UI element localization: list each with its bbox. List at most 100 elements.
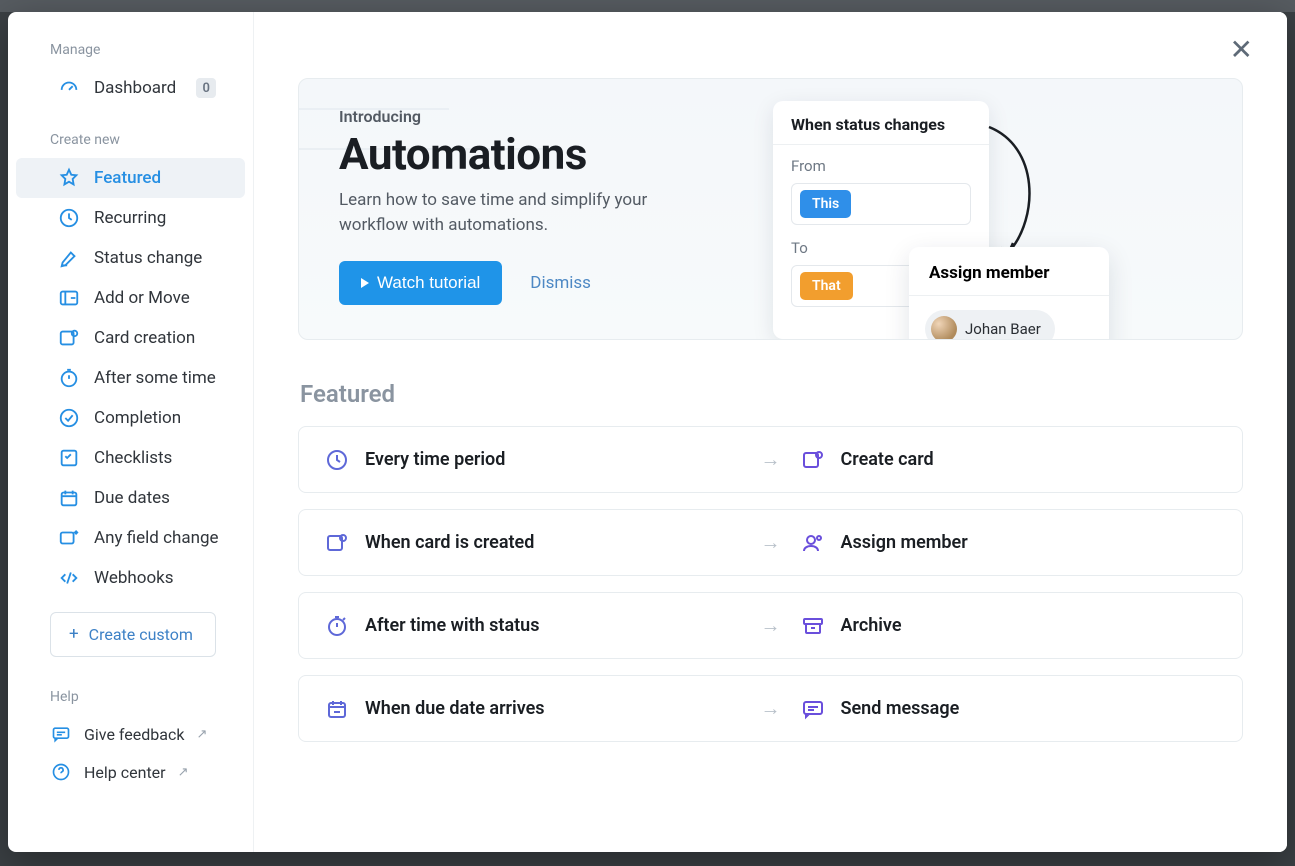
sidebar-item-featured[interactable]: Featured xyxy=(16,158,245,198)
watch-tutorial-label: Watch tutorial xyxy=(377,273,480,293)
intro-illustration: When status changes From This To That As… xyxy=(709,107,1202,305)
member-name: Johan Baer xyxy=(965,320,1041,338)
give-feedback-link[interactable]: Give feedback ↗ xyxy=(8,715,253,753)
action-label: Assign member xyxy=(841,532,968,553)
message-icon xyxy=(801,697,825,721)
arrow-right-icon: → xyxy=(751,530,791,555)
dashboard-label: Dashboard xyxy=(94,78,176,98)
close-icon[interactable]: ✕ xyxy=(1230,36,1253,64)
intro-kicker: Introducing xyxy=(339,107,709,126)
user-check-icon xyxy=(58,407,80,429)
card-plus-icon xyxy=(58,327,80,349)
illus-assign-title: Assign member xyxy=(909,247,1109,296)
calendar-icon xyxy=(58,487,80,509)
illus-when-title: When status changes xyxy=(773,101,989,145)
sidebar-item-label: Status change xyxy=(94,248,202,268)
sidebar-item-label: Recurring xyxy=(94,208,166,228)
sidebar-item-label: After some time xyxy=(94,368,216,388)
archive-icon xyxy=(801,614,825,638)
main-content: Introducing Automations Learn how to sav… xyxy=(254,12,1287,852)
sidebar-item-label: Webhooks xyxy=(94,568,174,588)
assign-member-icon xyxy=(801,531,825,555)
action-label: Create card xyxy=(841,449,934,470)
sidebar-item-label: Card creation xyxy=(94,328,195,348)
member-chip: Johan Baer xyxy=(925,310,1055,340)
illus-from-field: This xyxy=(791,183,971,225)
card-plus-icon xyxy=(801,448,825,472)
external-link-icon: ↗ xyxy=(196,727,207,742)
sidebar-group-help: Help xyxy=(8,683,253,715)
stopwatch-icon xyxy=(325,614,349,638)
code-icon xyxy=(58,567,80,589)
checklist-icon xyxy=(58,447,80,469)
trigger-label: After time with status xyxy=(365,615,539,636)
arrow-right-icon: → xyxy=(751,447,791,472)
sidebar-item-after-some-time[interactable]: After some time xyxy=(16,358,245,398)
sidebar-item-card-creation[interactable]: Card creation xyxy=(16,318,245,358)
sidebar-item-label: Any field change xyxy=(94,528,219,548)
feedback-icon xyxy=(50,723,72,745)
board-move-icon xyxy=(58,287,80,309)
status-chip-that: That xyxy=(800,272,853,300)
sidebar-item-status-change[interactable]: Status change xyxy=(16,238,245,278)
illus-assign-card: Assign member Johan Baer xyxy=(909,247,1109,340)
trigger-label: When due date arrives xyxy=(365,698,545,719)
intro-description: Learn how to save time and simplify your… xyxy=(339,188,709,237)
featured-item[interactable]: After time with status → Archive xyxy=(298,592,1243,659)
sidebar-item-webhooks[interactable]: Webhooks xyxy=(16,558,245,598)
external-link-icon: ↗ xyxy=(178,765,189,780)
gauge-icon xyxy=(58,77,80,99)
star-icon xyxy=(58,167,80,189)
calendar-due-icon xyxy=(325,697,349,721)
help-icon xyxy=(50,761,72,783)
featured-item[interactable]: Every time period → Create card xyxy=(298,426,1243,493)
sidebar: Manage Dashboard 0 Create new Featured R… xyxy=(8,12,254,852)
card-created-icon xyxy=(325,531,349,555)
sidebar-item-add-or-move[interactable]: Add or Move xyxy=(16,278,245,318)
sidebar-item-label: Due dates xyxy=(94,488,170,508)
action-label: Send message xyxy=(841,698,960,719)
sidebar-item-label: Add or Move xyxy=(94,288,190,308)
intro-card: Introducing Automations Learn how to sav… xyxy=(298,78,1243,340)
dismiss-button[interactable]: Dismiss xyxy=(530,273,591,293)
sidebar-item-label: Completion xyxy=(94,408,181,428)
sidebar-group-manage: Manage xyxy=(8,36,253,68)
arrow-right-icon: → xyxy=(751,696,791,721)
plus-icon: + xyxy=(69,626,79,643)
play-icon xyxy=(361,278,369,288)
arrow-icon xyxy=(979,117,1049,267)
featured-item[interactable]: When due date arrives → Send message xyxy=(298,675,1243,742)
clock-icon xyxy=(325,448,349,472)
create-custom-label: Create custom xyxy=(89,625,193,644)
create-custom-button[interactable]: + Create custom xyxy=(50,612,216,657)
dashboard-count: 0 xyxy=(196,78,216,98)
help-center-label: Help center xyxy=(84,763,166,782)
stopwatch-icon xyxy=(58,367,80,389)
action-label: Archive xyxy=(841,615,902,636)
featured-section-title: Featured xyxy=(300,380,1243,408)
field-spark-icon xyxy=(58,527,80,549)
sidebar-item-label: Checklists xyxy=(94,448,172,468)
sidebar-item-dashboard[interactable]: Dashboard 0 xyxy=(16,68,245,108)
featured-item[interactable]: When card is created → Assign member xyxy=(298,509,1243,576)
avatar xyxy=(931,316,957,340)
illus-from-label: From xyxy=(791,157,971,175)
feedback-label: Give feedback xyxy=(84,725,184,744)
status-chip-this: This xyxy=(800,190,851,218)
arrow-right-icon: → xyxy=(751,613,791,638)
clock-icon xyxy=(58,207,80,229)
sidebar-item-recurring[interactable]: Recurring xyxy=(16,198,245,238)
pencil-status-icon xyxy=(58,247,80,269)
automations-modal: ✕ Manage Dashboard 0 Create new Featured… xyxy=(8,12,1287,852)
trigger-label: When card is created xyxy=(365,532,534,553)
sidebar-item-label: Featured xyxy=(94,168,161,188)
sidebar-item-checklists[interactable]: Checklists xyxy=(16,438,245,478)
help-center-link[interactable]: Help center ↗ xyxy=(8,753,253,791)
sidebar-item-any-field-change[interactable]: Any field change xyxy=(16,518,245,558)
watch-tutorial-button[interactable]: Watch tutorial xyxy=(339,261,502,305)
sidebar-item-completion[interactable]: Completion xyxy=(16,398,245,438)
intro-title: Automations xyxy=(339,128,709,180)
sidebar-group-create: Create new xyxy=(8,126,253,158)
trigger-label: Every time period xyxy=(365,449,505,470)
sidebar-item-due-dates[interactable]: Due dates xyxy=(16,478,245,518)
